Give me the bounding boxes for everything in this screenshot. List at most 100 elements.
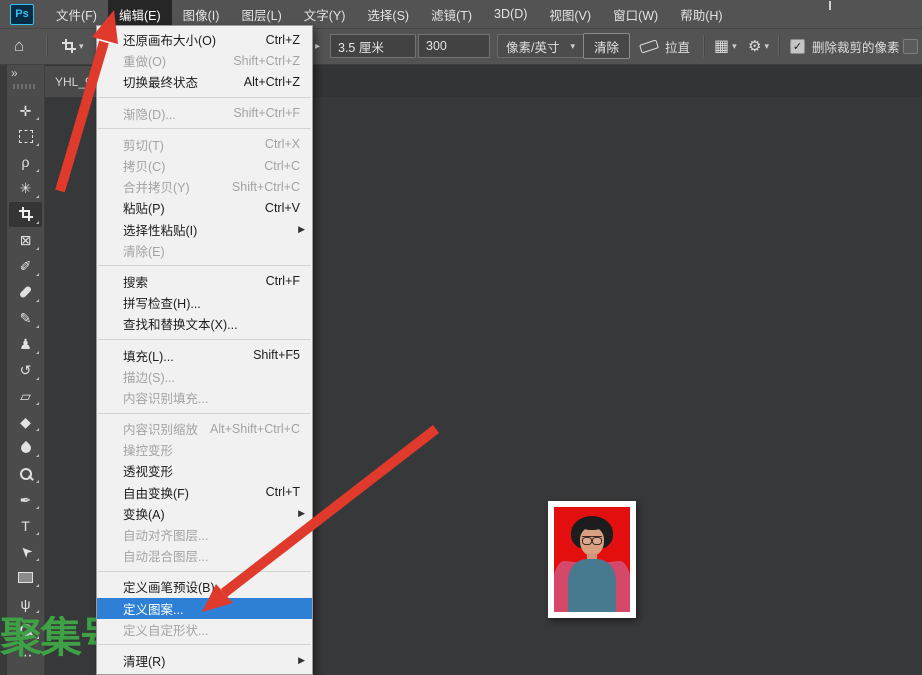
frame-tool-icon: ⊠: [20, 233, 32, 247]
frame-tool[interactable]: ⊠: [9, 228, 42, 253]
menubar-item[interactable]: 文字(Y): [293, 0, 357, 28]
menu-item[interactable]: 拼写检查(H)...: [97, 292, 312, 313]
crop-resolution-input[interactable]: [418, 34, 490, 58]
menu-item[interactable]: 查找和替换文本(X)...: [97, 313, 312, 334]
menu-item-shortcut: Ctrl+F: [266, 274, 300, 288]
menu-item-label: 描边(S)...: [123, 367, 175, 386]
menu-item[interactable]: 粘贴(P)Ctrl+V: [97, 197, 312, 218]
marquee-tool-icon: [19, 130, 33, 143]
menu-item[interactable]: 变换(A)▶: [97, 503, 312, 524]
menubar-item[interactable]: 3D(D): [483, 0, 538, 28]
menu-item: 剪切(T)Ctrl+X: [97, 134, 312, 155]
eraser-tool[interactable]: ▱: [9, 383, 42, 408]
menu-item-label: 自动对齐图层...: [123, 525, 208, 544]
magic-wand-tool[interactable]: ✳: [9, 176, 42, 201]
photo-glasses: [582, 536, 602, 543]
swap-dimensions-icon[interactable]: ▸: [315, 41, 320, 52]
menubar-item[interactable]: 选择(S): [356, 0, 420, 28]
eyedropper-tool[interactable]: ✐: [9, 254, 42, 279]
id-photo-image: [548, 501, 636, 618]
dodge-tool[interactable]: [9, 461, 42, 486]
photoshop-window: YHL_9 聚集号 » ✛ρ✳⊠✐✎♟↺▱◆✒T➤ψ⋯ Ps 文件(F)编辑(E…: [0, 0, 922, 675]
clear-button[interactable]: 清除: [583, 33, 630, 59]
resolution-unit-dropdown[interactable]: 像素/英寸 ▾: [497, 34, 584, 58]
window-artifact: [829, 1, 831, 10]
tool-flyout-corner: [36, 221, 39, 224]
menu-item-label: 内容识别缩放: [123, 419, 198, 438]
chevron-down-icon: ▾: [732, 41, 737, 52]
edit-menu-dropdown: 还原画布大小(O)Ctrl+Z重做(O)Shift+Ctrl+Z切换最终状态Al…: [96, 25, 313, 675]
menu-item-label: 透视变形: [123, 461, 173, 480]
overlay-grid-icon[interactable]: ▦: [714, 36, 729, 56]
menubar-item[interactable]: 图像(I): [172, 0, 231, 28]
menu-item-shortcut: Ctrl+X: [265, 137, 300, 151]
history-brush-tool[interactable]: ↺: [9, 358, 42, 383]
tools-panel: » ✛ρ✳⊠✐✎♟↺▱◆✒T➤ψ⋯: [7, 64, 45, 675]
menu-item: 清除(E): [97, 240, 312, 261]
menu-item[interactable]: 搜索Ctrl+F: [97, 271, 312, 292]
menubar-item[interactable]: 滤镜(T): [420, 0, 483, 28]
menubar-item[interactable]: 帮助(H): [669, 0, 733, 28]
toolbar-gutter: [0, 64, 7, 675]
straighten-label[interactable]: 拉直: [665, 37, 690, 56]
path-select-tool-icon: ➤: [16, 543, 34, 561]
blur-tool[interactable]: [9, 435, 42, 460]
tool-flyout-corner: [36, 195, 39, 198]
tool-flyout-corner: [36, 428, 39, 431]
straighten-icon[interactable]: [639, 39, 659, 53]
lasso-tool[interactable]: ρ: [9, 150, 42, 175]
menu-item[interactable]: 还原画布大小(O)Ctrl+Z: [97, 29, 312, 50]
type-tool-icon: T: [21, 519, 30, 533]
type-tool[interactable]: T: [9, 513, 42, 538]
menu-item-shortcut: Alt+Shift+Ctrl+C: [210, 422, 300, 436]
menubar-item[interactable]: 窗口(W): [602, 0, 669, 28]
menu-item-label: 渐隐(D)...: [123, 104, 176, 123]
menu-item[interactable]: 自由变换(F)Ctrl+T: [97, 482, 312, 503]
paint-bucket-tool[interactable]: ◆: [9, 409, 42, 434]
spot-healing-brush-tool[interactable]: [9, 280, 42, 305]
content-aware-checkbox[interactable]: [903, 39, 918, 54]
menu-item[interactable]: 定义图案...: [97, 598, 312, 619]
expand-panels-icon[interactable]: »: [11, 66, 17, 80]
menubar-item[interactable]: 编辑(E): [108, 0, 172, 28]
chevron-down-icon[interactable]: ▾: [79, 41, 84, 52]
tool-flyout-corner: [36, 584, 39, 587]
menu-item-shortcut: Shift+F5: [253, 348, 300, 362]
toolbar-grip[interactable]: [13, 84, 37, 89]
delete-cropped-pixels-checkbox[interactable]: ✓: [790, 39, 805, 54]
pen-tool[interactable]: ✒: [9, 487, 42, 512]
menu-item[interactable]: 透视变形: [97, 460, 312, 481]
submenu-arrow-icon: ▶: [298, 655, 305, 666]
clone-stamp-tool-icon: ♟: [19, 337, 32, 351]
menu-item[interactable]: 定义画笔预设(B)...: [97, 576, 312, 597]
brush-tool[interactable]: ✎: [9, 306, 42, 331]
marquee-tool[interactable]: [9, 124, 42, 149]
menu-item[interactable]: 切换最终状态Alt+Ctrl+Z: [97, 71, 312, 92]
menu-item: 操控变形: [97, 439, 312, 460]
crop-width-input[interactable]: [330, 34, 416, 58]
crop-tool-preset-icon[interactable]: [62, 39, 76, 53]
menu-separator: [98, 413, 311, 414]
menu-separator: [98, 265, 311, 266]
paint-bucket-tool-icon: ◆: [20, 415, 31, 429]
rectangle-tool[interactable]: [9, 565, 42, 590]
menubar-item[interactable]: 文件(F): [45, 0, 108, 28]
menu-item[interactable]: 填充(L)...Shift+F5: [97, 344, 312, 365]
tool-flyout-corner: [36, 402, 39, 405]
path-select-tool[interactable]: ➤: [9, 539, 42, 564]
menu-item[interactable]: 清理(R)▶: [97, 650, 312, 671]
tool-flyout-corner: [36, 351, 39, 354]
gear-icon[interactable]: ⚙: [748, 37, 761, 55]
menubar-item[interactable]: 图层(L): [230, 0, 292, 28]
tool-flyout-corner: [36, 325, 39, 328]
menu-item: 内容识别缩放 Alt+Shift+Ctrl+C: [97, 418, 312, 439]
home-icon[interactable]: ⌂: [14, 36, 24, 56]
delete-cropped-pixels-label[interactable]: 删除裁剪的像素: [812, 37, 900, 56]
menu-item[interactable]: 选择性粘贴(I)▶: [97, 219, 312, 240]
menubar-item[interactable]: 视图(V): [538, 0, 602, 28]
crop-tool[interactable]: [9, 202, 42, 227]
submenu-arrow-icon: ▶: [298, 508, 305, 519]
menu-item-shortcut: Ctrl+V: [265, 201, 300, 215]
clone-stamp-tool[interactable]: ♟: [9, 332, 42, 357]
move-tool[interactable]: ✛: [9, 98, 42, 123]
